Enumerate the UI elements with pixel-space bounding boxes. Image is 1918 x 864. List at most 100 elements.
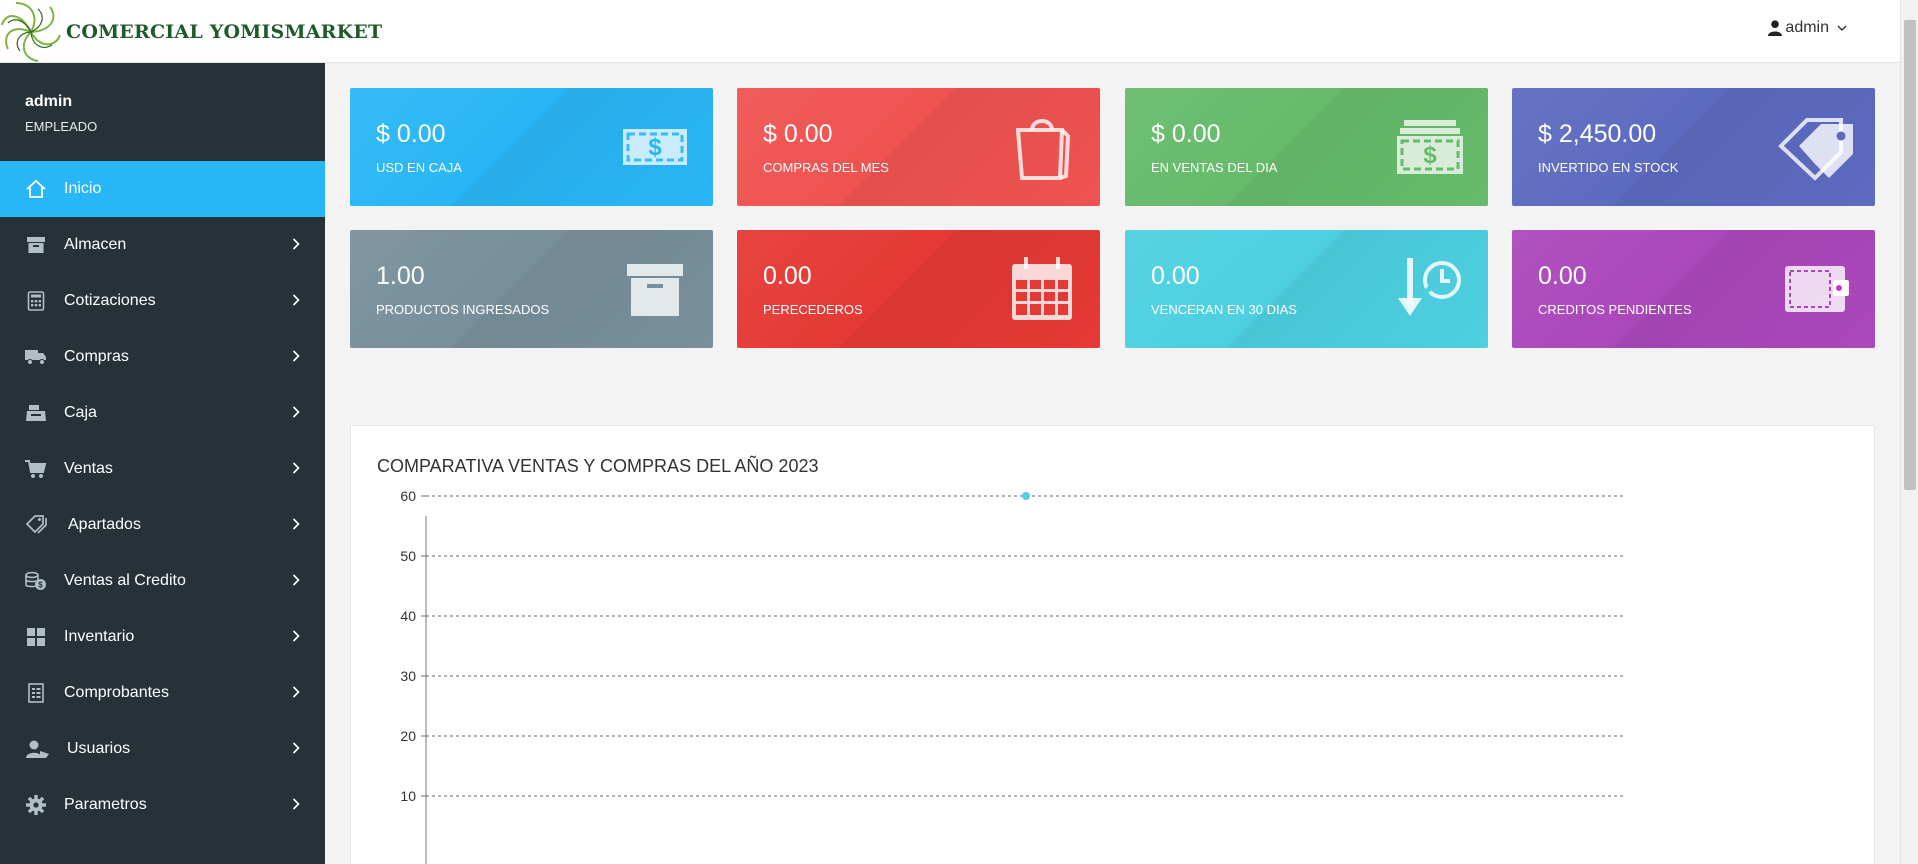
sidebar-item-label: Apartados [68,516,141,533]
stat-card-productos-ingresados[interactable]: 1.00 PRODUCTOS INGRESADOS [350,230,713,348]
shopping-bag-icon [1015,119,1071,180]
chevron-right-icon [292,462,300,474]
money-stack-icon: $ [1397,120,1463,174]
chevron-right-icon [292,406,300,418]
sidebar-item-inventario[interactable]: Inventario [0,609,325,665]
profile-name: admin [25,93,73,110]
sidebar-item-label: Parametros [64,796,147,813]
stat-card-invertido-en-stock[interactable]: $ 2,450.00 INVERTIDO EN STOCK [1512,88,1875,206]
sidebar-item-caja[interactable]: Caja [0,385,325,441]
y-tick-label: 30 [400,668,416,684]
users-icon [25,738,50,760]
sidebar-item-label: Caja [64,404,97,421]
sidebar-item-comprobantes[interactable]: Comprobantes [0,665,325,721]
sidebar-item-label: Ventas [64,460,113,477]
sidebar-item-label: Ventas al Credito [64,572,186,589]
calculator-icon [25,290,47,312]
sidebar-item-apartados[interactable]: Apartados [0,497,325,553]
stat-label: INVERTIDO EN STOCK [1538,160,1679,175]
money-bill-icon: $ [623,129,687,165]
chevron-right-icon [292,238,300,250]
y-tick-label: 20 [400,728,416,744]
box-icon [627,264,683,316]
chevron-right-icon [292,350,300,362]
sidebar-item-ventas[interactable]: Ventas [0,441,325,497]
y-tick-label: 50 [400,548,416,564]
sidebar-item-compras[interactable]: Compras [0,329,325,385]
stat-card-usd-en-caja[interactable]: $ 0.00 USD EN CAJA $ [350,88,713,206]
y-tick-label: 40 [400,608,416,624]
sidebar-item-label: Compras [64,348,129,365]
archive-icon [25,234,47,256]
tag-icon [1778,118,1853,181]
stat-label: VENCERAN EN 30 DIAS [1151,302,1297,317]
sidebar-item-label: Usuarios [67,740,131,757]
stat-card-perecederos[interactable]: 0.00 PERECEDEROS [737,230,1100,348]
scrollbar-thumb[interactable] [1904,20,1916,490]
logo-swirl-icon [1,1,61,62]
gear-icon [25,794,47,816]
tags-icon [25,514,51,536]
stat-value: 0.00 [763,262,812,290]
stat-label: PERECEDEROS [763,302,863,317]
chevron-right-icon [292,798,300,810]
sidebar-item-label: Inicio [64,180,102,197]
brand-logo[interactable]: COMERCIAL YOMISMARKET [0,0,382,63]
data-point[interactable] [1022,492,1030,500]
profile-role: EMPLEADO [25,119,98,134]
stat-card-ventas-del-dia[interactable]: $ 0.00 EN VENTAS DEL DIA $ [1125,88,1488,206]
coins-icon: $ [25,570,47,592]
chevron-right-icon [292,686,300,698]
cash-register-icon [25,402,47,424]
stat-label: COMPRAS DEL MES [763,160,889,175]
svg-text:$: $ [38,581,43,590]
svg-text:$: $ [648,134,662,161]
stat-value: 0.00 [1538,262,1587,290]
sidebar: admin EMPLEADO Inicio Almacen Cotizacion… [0,63,325,864]
stat-label: PRODUCTOS INGRESADOS [376,302,550,317]
y-tick-label: 10 [400,788,416,804]
stat-value: $ 0.00 [376,120,446,148]
stat-label: EN VENTAS DEL DIA [1151,160,1278,175]
sidebar-item-label: Comprobantes [64,684,169,701]
y-tick-label: 60 [400,488,416,504]
chart-panel: COMPARATIVA VENTAS Y COMPRAS DEL AÑO 202… [350,425,1875,864]
user-menu[interactable]: admin [1768,19,1850,37]
stat-label: USD EN CAJA [376,160,462,175]
user-profile: admin EMPLEADO [0,63,325,161]
sidebar-item-label: Inventario [64,628,135,645]
chevron-down-icon [1837,25,1847,31]
stat-value: $ 0.00 [763,120,833,148]
chevron-right-icon [292,518,300,530]
sidebar-item-almacen[interactable]: Almacen [0,217,325,273]
wallet-icon [1785,266,1849,312]
stat-card-venceran-en-30-dias[interactable]: 0.00 VENCERAN EN 30 DIAS [1125,230,1488,348]
stat-value: $ 0.00 [1151,120,1221,148]
stat-card-creditos-pendientes[interactable]: 0.00 CREDITOS PENDIENTES [1512,230,1875,348]
user-icon [1768,20,1783,36]
top-bar: COMERCIAL YOMISMARKET admin [0,0,1900,63]
stat-label: CREDITOS PENDIENTES [1538,302,1692,317]
chevron-right-icon [292,574,300,586]
sidebar-item-parametros[interactable]: Parametros [0,777,325,833]
calendar-icon [1012,257,1072,320]
brand-name: COMERCIAL YOMISMARKET [66,20,383,43]
grid-icon [25,626,47,648]
sidebar-item-label: Cotizaciones [64,292,156,309]
sidebar-item-ventas-al-credito[interactable]: $ Ventas al Credito [0,553,325,609]
stat-value: $ 2,450.00 [1538,120,1657,148]
user-menu-label: admin [1785,19,1829,36]
sidebar-item-cotizaciones[interactable]: Cotizaciones [0,273,325,329]
sidebar-item-label: Almacen [64,236,127,253]
chevron-right-icon [292,630,300,642]
page-scrollbar[interactable] [1900,0,1918,864]
stat-value: 0.00 [1151,262,1200,290]
chevron-right-icon [292,294,300,306]
chevron-right-icon [292,742,300,754]
cart-icon [25,458,47,480]
stat-card-compras-del-mes[interactable]: $ 0.00 COMPRAS DEL MES [737,88,1100,206]
home-icon [25,178,47,200]
sidebar-item-inicio[interactable]: Inicio [0,161,325,217]
sidebar-item-usuarios[interactable]: Usuarios [0,721,325,777]
receipt-icon [25,682,47,704]
